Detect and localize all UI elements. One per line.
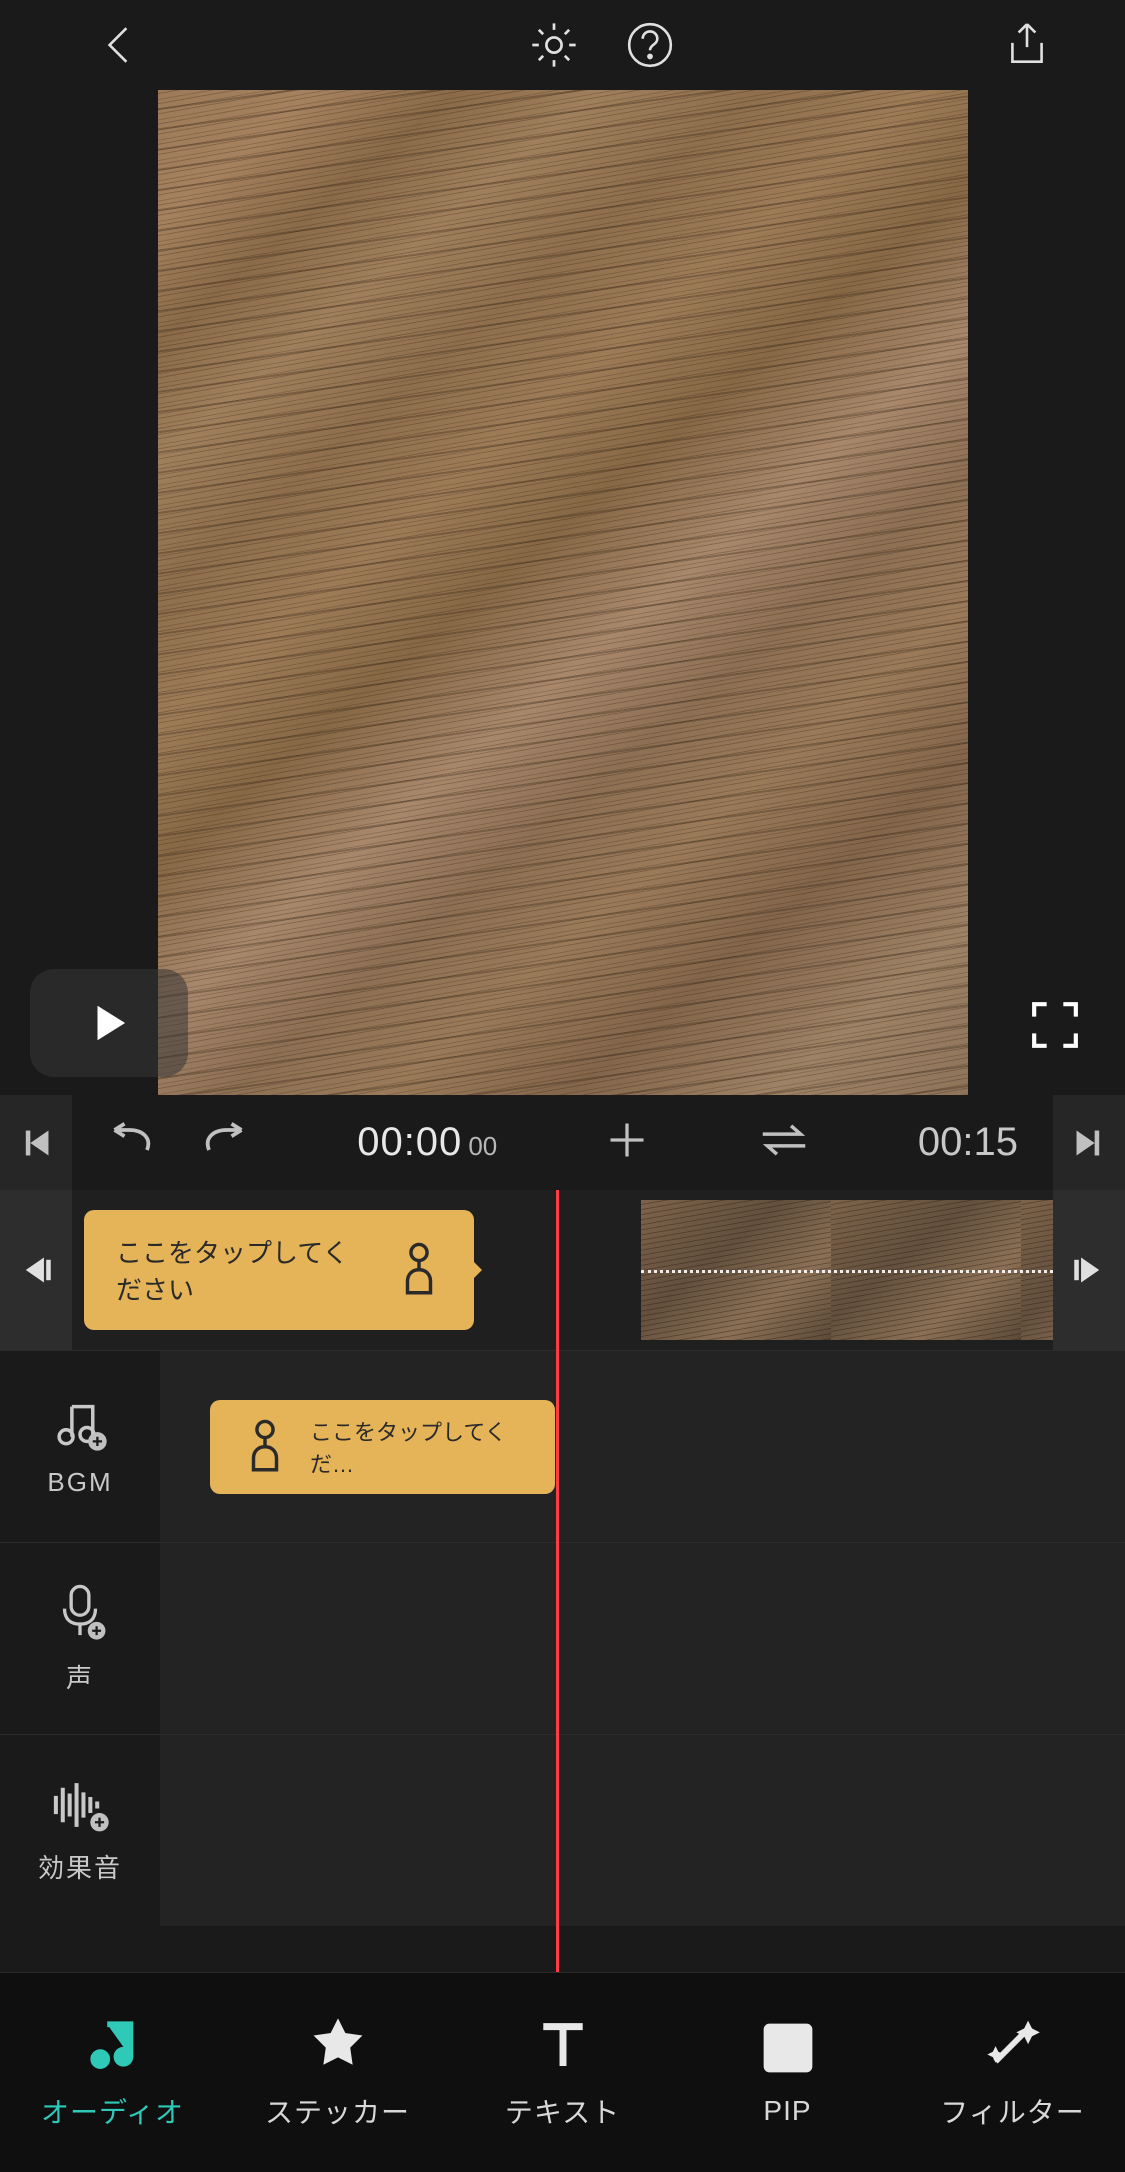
redo-button[interactable] (199, 1122, 249, 1163)
tab-filter-label: フィルター (940, 2091, 1084, 2131)
voice-track[interactable] (160, 1543, 1125, 1734)
sfx-track[interactable] (160, 1735, 1125, 1926)
seek-end-button[interactable] (1053, 1095, 1125, 1190)
bottom-tab-bar: オーディオ ステッカー テキスト PIP フィルター (0, 1972, 1125, 2172)
play-button[interactable] (30, 969, 188, 1077)
audio-track-sfx: 効果音 (0, 1734, 1125, 1926)
current-frames: 00 (468, 1131, 497, 1162)
tab-filter[interactable]: フィルター (900, 1973, 1125, 2172)
tab-audio[interactable]: オーディオ (0, 1973, 225, 2172)
settings-button[interactable] (524, 15, 584, 75)
seek-start-button[interactable] (0, 1095, 72, 1190)
tab-pip[interactable]: PIP (675, 1973, 900, 2172)
video-preview[interactable] (158, 90, 968, 1095)
tooltip-bgm-text: ここをタップしてくだ… (310, 1415, 523, 1479)
tab-text[interactable]: テキスト (450, 1973, 675, 2172)
bgm-track[interactable]: ここをタップしてくだ… (160, 1351, 1125, 1542)
add-sfx-button[interactable]: 効果音 (0, 1735, 160, 1926)
current-time: 00:00 (357, 1120, 462, 1165)
timeline-toolbar: 00:00 00 00:15 (0, 1095, 1125, 1190)
video-track[interactable]: ここをタップしてください (72, 1190, 1053, 1350)
tab-text-label: テキスト (505, 2091, 620, 2131)
step-back-button[interactable] (0, 1190, 72, 1350)
sfx-label: 効果音 (38, 1848, 122, 1885)
help-button[interactable] (620, 15, 680, 75)
voice-label: 声 (66, 1658, 94, 1695)
back-button[interactable] (88, 15, 148, 75)
video-track-row: ここをタップしてください (0, 1190, 1125, 1350)
tap-icon (396, 1241, 442, 1299)
swap-button[interactable] (758, 1121, 810, 1164)
step-forward-button[interactable] (1053, 1190, 1125, 1350)
tab-audio-label: オーディオ (41, 2091, 184, 2131)
top-toolbar (0, 0, 1125, 90)
tab-sticker[interactable]: ステッカー (225, 1973, 450, 2172)
tap-icon (242, 1418, 288, 1476)
tooltip-track-text: ここをタップしてください (116, 1233, 372, 1307)
timeline-duration: 00:15 (918, 1120, 1018, 1165)
playhead[interactable] (556, 1190, 559, 1972)
audio-track-voice: 声 (0, 1542, 1125, 1734)
fullscreen-button[interactable] (1030, 1000, 1080, 1050)
preview-area (0, 90, 1125, 1095)
tooltip-track[interactable]: ここをタップしてください (84, 1210, 474, 1330)
tab-sticker-label: ステッカー (265, 2091, 410, 2131)
export-button[interactable] (997, 15, 1057, 75)
add-voice-button[interactable]: 声 (0, 1543, 160, 1734)
tooltip-bgm[interactable]: ここをタップしてくだ… (210, 1400, 555, 1494)
add-bgm-button[interactable]: BGM (0, 1351, 160, 1542)
audio-track-bgm: BGM ここをタップしてくだ… (0, 1350, 1125, 1542)
tab-pip-label: PIP (763, 2095, 811, 2127)
undo-button[interactable] (107, 1122, 157, 1163)
bgm-label: BGM (47, 1467, 112, 1498)
add-clip-button[interactable] (605, 1118, 649, 1167)
timeline-current-time: 00:00 00 (357, 1120, 497, 1165)
